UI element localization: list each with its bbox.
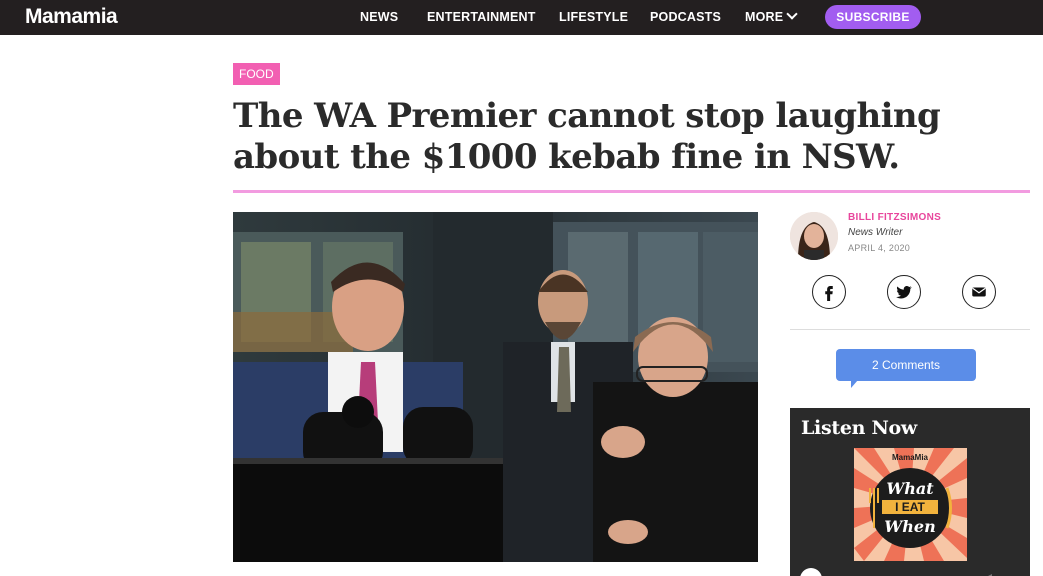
subscribe-button[interactable]: SUBSCRIBE — [825, 5, 921, 29]
podcast-title-line1: What — [886, 479, 934, 498]
hero-image — [233, 212, 758, 562]
author-role: News Writer — [848, 227, 903, 238]
share-facebook-button[interactable] — [812, 275, 846, 309]
listen-now-title: Listen Now — [801, 417, 917, 439]
nav-more-label: MORE — [745, 10, 784, 24]
listen-now-widget: Listen Now MamaMia What I EAT When — [790, 408, 1030, 576]
author-name[interactable]: BILLI FITZSIMONS — [848, 212, 941, 223]
chevron-down-icon — [786, 8, 798, 20]
category-tag[interactable]: FOOD — [233, 63, 280, 85]
nav-more[interactable]: MORE — [745, 0, 798, 35]
nav-lifestyle[interactable]: LIFESTYLE — [559, 0, 628, 35]
share-email-button[interactable] — [962, 275, 996, 309]
hero-photo-illustration — [233, 212, 758, 562]
nav-news[interactable]: NEWS — [360, 0, 398, 35]
facebook-icon — [825, 286, 833, 301]
share-twitter-button[interactable] — [887, 275, 921, 309]
podcast-title-line2: I EAT — [895, 500, 925, 514]
twitter-icon — [896, 285, 912, 299]
podcast-brand: MamaMia — [892, 453, 929, 462]
podcast-cover-art: MamaMia What I EAT When — [854, 448, 967, 561]
sidebar-divider — [790, 329, 1030, 330]
mail-icon — [972, 287, 986, 297]
headline-divider — [233, 190, 1030, 193]
comments-bubble-tail — [851, 380, 858, 388]
podcast-cover[interactable]: MamaMia What I EAT When — [854, 448, 967, 561]
site-logo[interactable]: Mamamia — [25, 4, 118, 30]
publish-date: APRIL 4, 2020 — [848, 243, 911, 253]
nav-podcasts[interactable]: PODCASTS — [650, 0, 721, 35]
top-nav-bar: Mamamia NEWS ENTERTAINMENT LIFESTYLE POD… — [0, 0, 1043, 35]
author-avatar-illustration — [790, 212, 838, 260]
play-control[interactable] — [800, 568, 822, 576]
article-headline: The WA Premier cannot stop laughing abou… — [233, 96, 941, 177]
nav-entertainment[interactable]: ENTERTAINMENT — [427, 0, 536, 35]
comments-button[interactable]: 2 Comments — [836, 349, 976, 381]
author-avatar[interactable] — [790, 212, 838, 260]
podcast-title-line3: When — [884, 517, 935, 536]
